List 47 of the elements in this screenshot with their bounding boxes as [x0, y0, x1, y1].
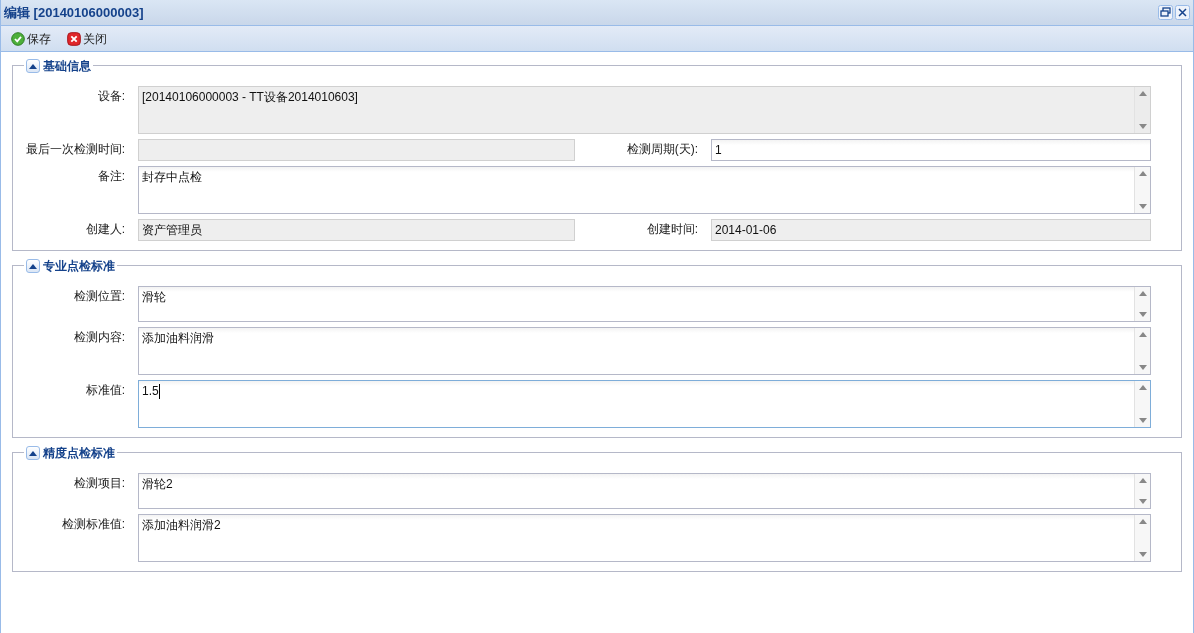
- text-area[interactable]: 添加油料润滑: [138, 327, 1151, 375]
- caret-up-icon: [29, 263, 37, 269]
- scroll-down-arrow-icon[interactable]: [1138, 552, 1147, 557]
- field-label: 最后一次检测时间:: [24, 141, 126, 157]
- text-area[interactable]: 添加油料润滑2: [138, 514, 1151, 562]
- scroll-down-arrow-icon[interactable]: [1138, 312, 1147, 317]
- input-field[interactable]: 1: [711, 139, 1151, 161]
- field-label: 创建人:: [84, 221, 126, 237]
- scroll-up-arrow-icon[interactable]: [1138, 332, 1147, 337]
- scroll-up-arrow-icon[interactable]: [1138, 478, 1147, 483]
- collapse-button[interactable]: [26, 259, 40, 273]
- caret-up-icon: [29, 450, 37, 456]
- text-area[interactable]: 滑轮: [138, 286, 1151, 322]
- text-area[interactable]: 封存中点检: [138, 166, 1151, 214]
- collapse-button[interactable]: [26, 59, 40, 73]
- window-title: 编辑 [20140106000003]: [4, 3, 144, 22]
- field-label: 检测位置:: [72, 288, 126, 304]
- save-button[interactable]: 保存: [7, 27, 55, 50]
- check-icon: [11, 31, 25, 46]
- scroll-down-arrow-icon[interactable]: [1138, 499, 1147, 504]
- scroll-up-arrow-icon[interactable]: [1138, 385, 1147, 390]
- field-label: 创建时间:: [645, 221, 699, 237]
- scroll-down-arrow-icon[interactable]: [1138, 418, 1147, 423]
- field-label: 标准值:: [84, 382, 126, 398]
- field-label: 设备:: [96, 88, 126, 104]
- section-title: 精度点检标准: [43, 445, 115, 462]
- field-label: 检测内容:: [72, 329, 126, 345]
- scroll-up-arrow-icon[interactable]: [1138, 171, 1147, 176]
- collapse-button[interactable]: [26, 446, 40, 460]
- scroll-up-arrow-icon[interactable]: [1138, 519, 1147, 524]
- scroll-up-arrow-icon[interactable]: [1138, 291, 1147, 296]
- text-area[interactable]: 1.5: [138, 380, 1151, 428]
- close-icon: [67, 31, 81, 46]
- field-label: 备注:: [96, 168, 126, 184]
- text-cursor: [158, 384, 160, 399]
- caret-up-icon: [29, 63, 37, 69]
- scroll-down-arrow-icon[interactable]: [1138, 365, 1147, 370]
- field-label: 检测标准值:: [60, 516, 126, 532]
- section-title: 专业点检标准: [43, 258, 115, 275]
- restore-icon[interactable]: [1158, 5, 1173, 20]
- section-title: 基础信息: [43, 58, 91, 75]
- field-label: 检测项目:: [72, 475, 126, 491]
- close-icon[interactable]: [1175, 5, 1190, 20]
- close-button[interactable]: 关闭: [63, 27, 111, 50]
- field-label: 检测周期(天):: [625, 141, 699, 157]
- scroll-down-arrow-icon[interactable]: [1138, 204, 1147, 209]
- text-area[interactable]: 滑轮2: [138, 473, 1151, 509]
